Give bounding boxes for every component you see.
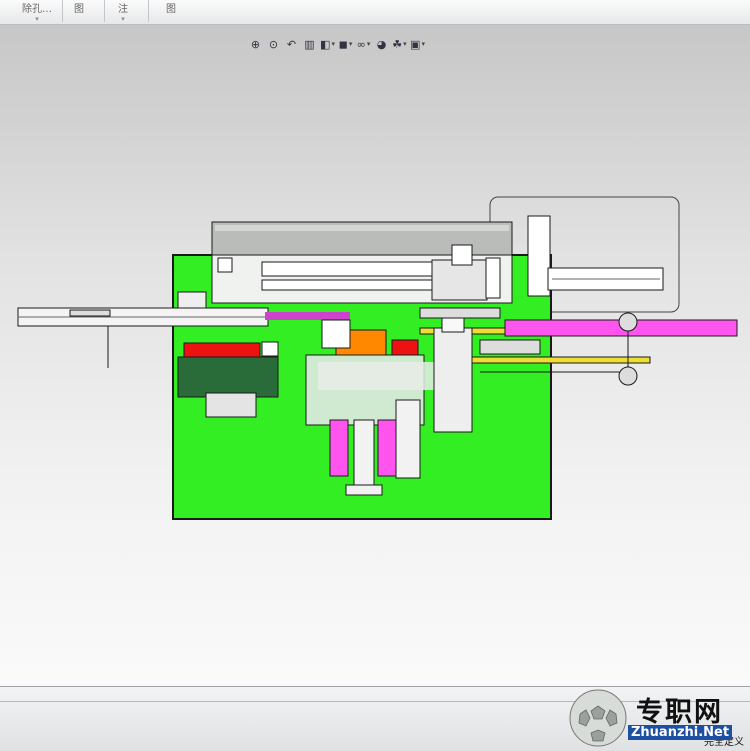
dark-green-box: [177, 356, 279, 398]
red-block: [183, 342, 261, 359]
pulley: [618, 366, 638, 386]
watermark-url: Zhuanzhi.Net: [628, 725, 733, 740]
watermark-brand: 专职网: [636, 697, 723, 728]
vertical-arm: [527, 215, 551, 297]
soccer-ball-logo-icon: [569, 689, 627, 747]
cad-assembly-model[interactable]: [0, 0, 750, 750]
cylinder: [433, 327, 473, 433]
magenta-rod: [377, 419, 397, 477]
pulley: [618, 312, 638, 332]
magenta-rod: [329, 419, 349, 477]
